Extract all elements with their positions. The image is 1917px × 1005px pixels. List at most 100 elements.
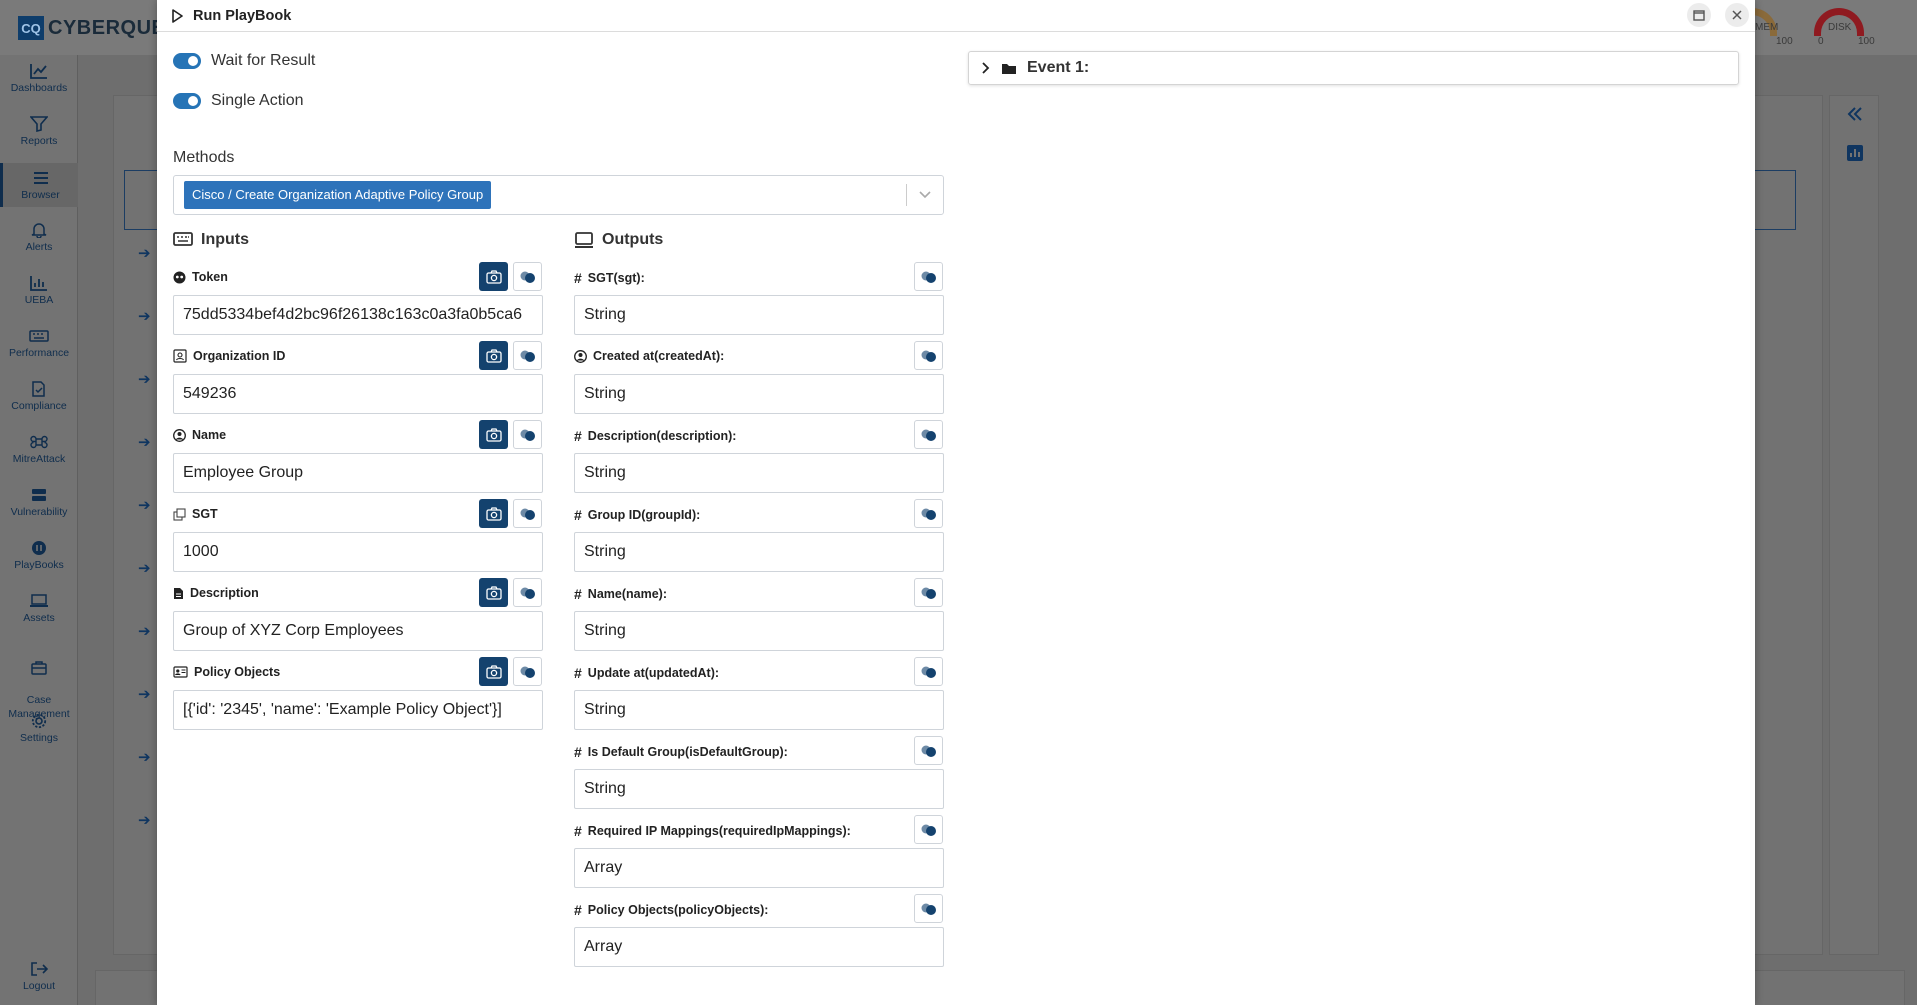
output-label-required-ip-mappings: # Required IP Mappings(requiredIpMappings…	[574, 823, 851, 839]
variable-button[interactable]	[914, 657, 943, 686]
output-updated-at-field[interactable]: String	[574, 690, 944, 730]
snapshot-button[interactable]	[479, 578, 508, 607]
close-button[interactable]	[1725, 3, 1749, 27]
maximize-icon	[1693, 9, 1705, 21]
plugin-icon	[520, 350, 535, 362]
sidebar-item-label: Compliance	[11, 400, 67, 412]
variable-button[interactable]	[914, 578, 943, 607]
plugin-icon	[520, 271, 535, 283]
camera-icon	[485, 664, 502, 679]
sidebar-item-reports[interactable]: Reports	[0, 116, 78, 147]
variable-button[interactable]	[914, 736, 943, 765]
variable-button[interactable]	[513, 420, 542, 449]
variable-button[interactable]	[513, 262, 542, 291]
sidebar-item-label: Vulnerability	[10, 506, 68, 518]
output-policy-objects-field[interactable]: Array	[574, 927, 944, 967]
app-logo[interactable]: CQ CYBERQUES	[18, 16, 179, 40]
sidebar-item-settings[interactable]: Settings	[0, 713, 78, 744]
method-chip[interactable]: Cisco / Create Organization Adaptive Pol…	[184, 181, 492, 209]
chevron-right-icon[interactable]	[981, 61, 991, 75]
sidebar-item-alerts[interactable]: Alerts	[0, 222, 78, 253]
arrow-right-icon[interactable]: ➔	[138, 307, 151, 325]
snapshot-button[interactable]	[479, 262, 508, 291]
sidebar-item-label: Alerts	[25, 241, 53, 253]
variable-button[interactable]	[914, 894, 943, 923]
camera-icon	[485, 506, 502, 521]
arrow-right-icon[interactable]: ➔	[138, 622, 151, 640]
sidebar-item-label: Reports	[20, 135, 58, 147]
output-created-at-field[interactable]: String	[574, 374, 944, 414]
field-label-text: Created at(createdAt):	[593, 349, 725, 363]
sidebar-item-browser[interactable]: Browser	[0, 163, 78, 207]
output-is-default-group-field[interactable]: String	[574, 769, 944, 809]
folder-icon	[1002, 63, 1016, 74]
single-action-toggle[interactable]	[173, 93, 201, 109]
arrow-right-icon[interactable]: ➔	[138, 685, 151, 703]
sidebar-item-dashboards[interactable]: Dashboards	[0, 63, 78, 94]
arrow-right-icon[interactable]: ➔	[138, 244, 151, 262]
token-input[interactable]: 75dd5334bef4d2bc96f26138c163c0a3fa0b5ca6	[173, 295, 543, 335]
output-description-field[interactable]: String	[574, 453, 944, 493]
snapshot-button[interactable]	[479, 420, 508, 449]
plugin-icon	[520, 508, 535, 520]
snapshot-button[interactable]	[479, 499, 508, 528]
event-panel[interactable]: Event 1:	[968, 51, 1739, 85]
sidebar-item-performance[interactable]: Performance	[0, 328, 78, 359]
sidebar-item-mitreattack[interactable]: MitreAttack	[0, 434, 78, 465]
snapshot-button[interactable]	[479, 657, 508, 686]
arrow-right-icon[interactable]: ➔	[138, 496, 151, 514]
methods-select[interactable]: Cisco / Create Organization Adaptive Pol…	[173, 175, 944, 215]
sidebar-item-vulnerability[interactable]: Vulnerability	[0, 487, 78, 518]
variable-button[interactable]	[914, 341, 943, 370]
hash-icon: #	[574, 665, 582, 681]
sgt-input[interactable]: 1000	[173, 532, 543, 572]
sidebar-item-label: Assets	[23, 612, 55, 624]
output-required-ip-mappings-field[interactable]: Array	[574, 848, 944, 888]
arrow-right-icon[interactable]: ➔	[138, 811, 151, 829]
output-group-id-field[interactable]: String	[574, 532, 944, 572]
modal-header: Run PlayBook	[157, 0, 1755, 32]
variable-button[interactable]	[513, 341, 542, 370]
chevron-down-icon[interactable]	[917, 186, 933, 202]
sidebar-item-case-management[interactable]: Case Management	[0, 646, 78, 721]
variable-button[interactable]	[513, 657, 542, 686]
variable-button[interactable]	[513, 578, 542, 607]
sidebar-item-playbooks[interactable]: PlayBooks	[0, 540, 78, 571]
organization-id-input[interactable]: 549236	[173, 374, 543, 414]
output-name-field[interactable]: String	[574, 611, 944, 651]
id-card-icon	[173, 666, 188, 678]
variable-button[interactable]	[914, 262, 943, 291]
field-label-text: Name(name):	[587, 587, 667, 601]
arrow-right-icon[interactable]: ➔	[138, 748, 151, 766]
variable-button[interactable]	[914, 499, 943, 528]
sidebar-item-ueba[interactable]: UEBA	[0, 275, 78, 306]
plugin-icon	[520, 587, 535, 599]
variable-button[interactable]	[914, 420, 943, 449]
description-input[interactable]: Group of XYZ Corp Employees	[173, 611, 543, 651]
snapshot-button[interactable]	[479, 341, 508, 370]
wait-for-result-toggle[interactable]	[173, 53, 201, 69]
name-input[interactable]: Employee Group	[173, 453, 543, 493]
id-badge-icon	[173, 349, 187, 363]
arrow-right-icon[interactable]: ➔	[138, 559, 151, 577]
output-sgt-field[interactable]: String	[574, 295, 944, 335]
output-label-policy-objects: # Policy Objects(policyObjects):	[574, 902, 768, 918]
sidebar-item-label: UEBA	[24, 294, 54, 306]
sidebar-item-assets[interactable]: Assets	[0, 593, 78, 624]
arrow-right-icon[interactable]: ➔	[138, 433, 151, 451]
background-right-toolbar	[1829, 95, 1879, 955]
variable-button[interactable]	[513, 499, 542, 528]
methods-label: Methods	[173, 149, 235, 166]
sidebar-item-compliance[interactable]: Compliance	[0, 381, 78, 412]
sidebar-item-logout[interactable]: Logout	[0, 961, 78, 992]
output-label-created-at: Created at(createdAt):	[574, 349, 724, 363]
variable-button[interactable]	[914, 815, 943, 844]
play-icon	[172, 8, 183, 23]
field-label-text: Is Default Group(isDefaultGroup):	[587, 745, 788, 759]
briefcase-icon	[31, 661, 47, 675]
arrow-right-icon[interactable]: ➔	[138, 370, 151, 388]
report-icon[interactable]	[1846, 144, 1864, 162]
policy-objects-input[interactable]: [{'id': '2345', 'name': 'Example Policy …	[173, 690, 543, 730]
double-chevron-left-icon[interactable]	[1846, 106, 1864, 122]
maximize-button[interactable]	[1687, 3, 1711, 27]
